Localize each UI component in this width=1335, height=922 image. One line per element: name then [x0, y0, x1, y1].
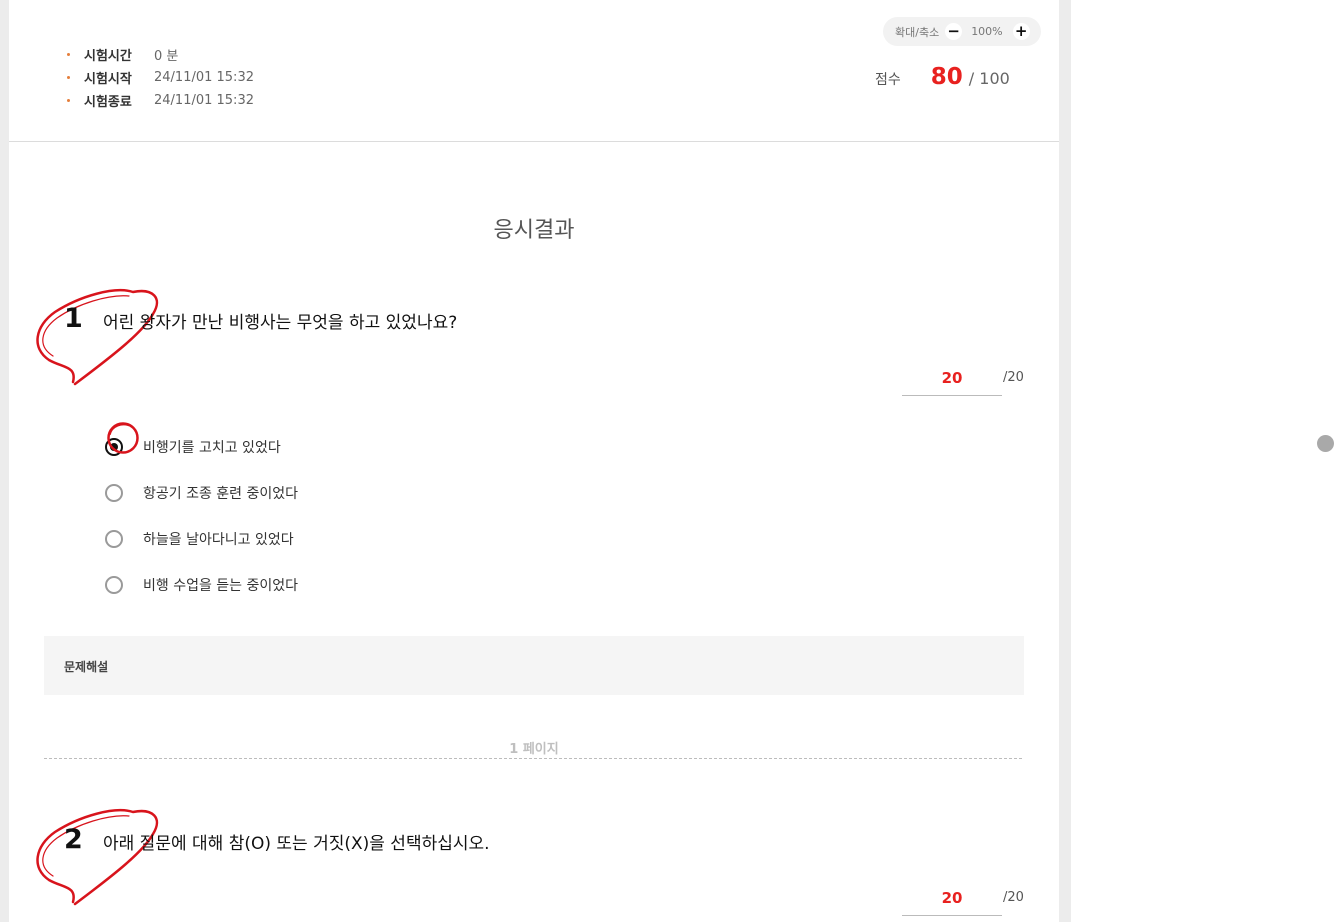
option-label: 하늘을 날아다니고 있었다	[143, 532, 294, 548]
score-total: / 100	[968, 69, 1010, 88]
scribble-mark-icon	[36, 288, 159, 386]
question-max-points: /20	[1003, 890, 1024, 905]
scroll-handle[interactable]	[1317, 435, 1334, 452]
option-label: 비행 수업을 듣는 중이었다	[143, 578, 299, 594]
zoom-control: 확대/축소 − 100% +	[883, 17, 1041, 46]
question-text: 아래 질문에 대해 참(O) 또는 거짓(X)을 선택하십시오.	[103, 834, 490, 854]
option-label: 항공기 조종 훈련 중이었다	[143, 486, 299, 502]
exam-end: 시험종료 24/11/01 15:32	[67, 89, 254, 112]
question-max-points: /20	[1003, 370, 1024, 385]
left-gutter	[0, 0, 9, 922]
option-item[interactable]: 항공기 조종 훈련 중이었다	[103, 470, 298, 516]
zoom-percent: 100%	[971, 25, 1003, 38]
zoom-out-button[interactable]: −	[945, 23, 963, 40]
question-number: 1	[64, 303, 83, 334]
question-text: 어린 왕자가 만난 비행사는 무엇을 하고 있었나요?	[103, 313, 458, 333]
page-label: 1 페이지	[509, 742, 559, 757]
scribble-mark-icon	[36, 808, 159, 906]
question-points: 20	[902, 889, 1002, 916]
question-number: 2	[64, 824, 83, 855]
page-title: 응시결과	[493, 218, 575, 243]
info-value: 24/11/01 15:32	[154, 70, 254, 85]
info-label: 시험시간	[84, 49, 132, 64]
exam-duration: 시험시간 0 분	[67, 43, 254, 66]
radio-icon[interactable]	[105, 576, 123, 594]
exam-header: 시험시간 0 분 시험시작 24/11/01 15:32 시험종료 24/11/…	[9, 0, 1059, 142]
result-sheet: 시험시간 0 분 시험시작 24/11/01 15:32 시험종료 24/11/…	[9, 0, 1059, 922]
info-value: 24/11/01 15:32	[154, 93, 254, 108]
bullet-icon	[67, 53, 70, 56]
score-label: 점수	[875, 72, 901, 88]
right-gutter	[1059, 0, 1071, 922]
score-display: 점수 80 / 100	[875, 64, 1010, 90]
bullet-icon	[67, 76, 70, 79]
question-points: 20	[902, 369, 1002, 396]
exam-start: 시험시작 24/11/01 15:32	[67, 66, 254, 89]
page-divider	[44, 758, 1022, 759]
zoom-in-button[interactable]: +	[1012, 23, 1030, 40]
info-value: 0 분	[154, 49, 179, 64]
score-value: 80	[930, 64, 963, 90]
radio-icon[interactable]	[105, 484, 123, 502]
option-label: 비행기를 고치고 있었다	[143, 440, 281, 456]
info-label: 시험시작	[84, 72, 132, 87]
explanation-box: 문제해설	[44, 636, 1024, 695]
option-item[interactable]: 하늘을 날아다니고 있었다	[103, 516, 298, 562]
radio-icon[interactable]	[105, 530, 123, 548]
bullet-icon	[67, 99, 70, 102]
option-item[interactable]: 비행 수업을 듣는 중이었다	[103, 562, 298, 608]
exam-info-list: 시험시간 0 분 시험시작 24/11/01 15:32 시험종료 24/11/…	[67, 43, 254, 112]
info-label: 시험종료	[84, 95, 132, 110]
answer-circle-mark-icon	[107, 422, 139, 454]
zoom-label: 확대/축소	[895, 25, 940, 39]
explanation-label: 문제해설	[64, 660, 109, 674]
